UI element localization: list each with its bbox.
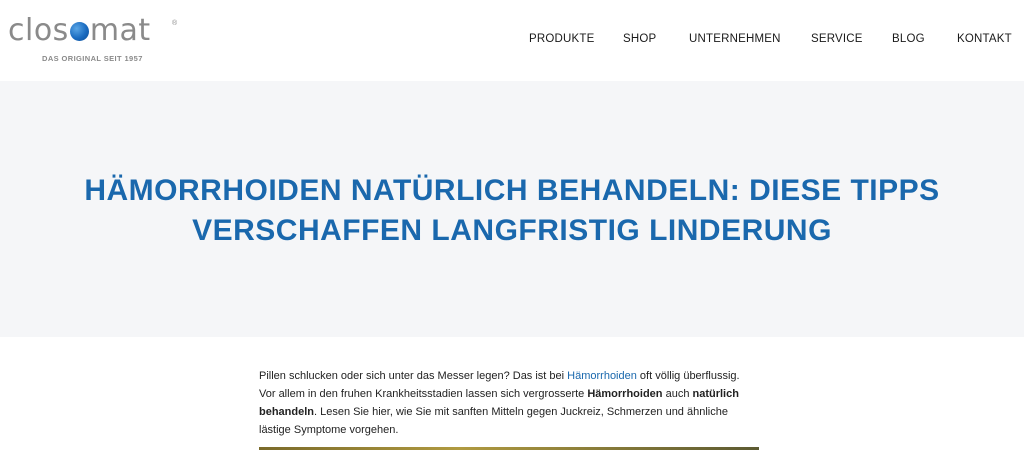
intro-text-1: Pillen schlucken oder sich unter das Mes…: [259, 370, 568, 382]
intro-bold-2: natürlich: [692, 388, 739, 400]
registered-mark: ®: [172, 20, 178, 27]
nav-item-kontakt[interactable]: KONTAKT: [957, 33, 1012, 45]
intro-paragraph: Pillen schlucken oder sich unter das Mes…: [259, 367, 759, 439]
hero-banner: HÄMORRHOIDEN NATÜRLICH BEHANDELN: DIESE …: [0, 81, 1024, 337]
main-nav: PRODUKTE SHOP UNTERNEHMEN SERVICE BLOG K…: [0, 33, 1024, 49]
nav-item-service[interactable]: SERVICE: [811, 33, 863, 45]
page-title-line-2: VERSCHAFFEN LANGFRISTIG LINDERUNG: [192, 214, 832, 247]
site-header: clos mat ® DAS ORIGINAL SEIT 1957 PRODUKT…: [0, 0, 1024, 81]
nav-item-produkte[interactable]: PRODUKTE: [529, 33, 595, 45]
intro-text-3: Vor allem in den fruhen Krankheitsstadie…: [259, 388, 588, 400]
article-intro: Pillen schlucken oder sich unter das Mes…: [259, 367, 759, 439]
page-title: HÄMORRHOIDEN NATÜRLICH BEHANDELN: DIESE …: [0, 171, 1024, 251]
nav-item-shop[interactable]: SHOP: [623, 33, 656, 45]
intro-text-2: oft völlig überflussig.: [636, 370, 740, 382]
page-title-line-1: HÄMORRHOIDEN NATÜRLICH BEHANDELN: DIESE …: [84, 174, 940, 207]
intro-bold-1: Hämorrhoiden: [587, 388, 663, 400]
intro-bold-3: behandeln: [259, 406, 315, 418]
intro-text-5: . Lesen Sie hier, wie Sie mit sanften Mi…: [314, 406, 728, 418]
nav-item-blog[interactable]: BLOG: [892, 33, 925, 45]
intro-text-4: auch: [662, 388, 693, 400]
intro-text-6: lästige Symptome vorgehen.: [259, 424, 399, 436]
logo-tagline: DAS ORIGINAL SEIT 1957: [42, 54, 143, 63]
nav-item-unternehmen[interactable]: UNTERNEHMEN: [689, 33, 781, 45]
haemorrhoiden-link[interactable]: Hämorrhoiden: [567, 370, 637, 382]
